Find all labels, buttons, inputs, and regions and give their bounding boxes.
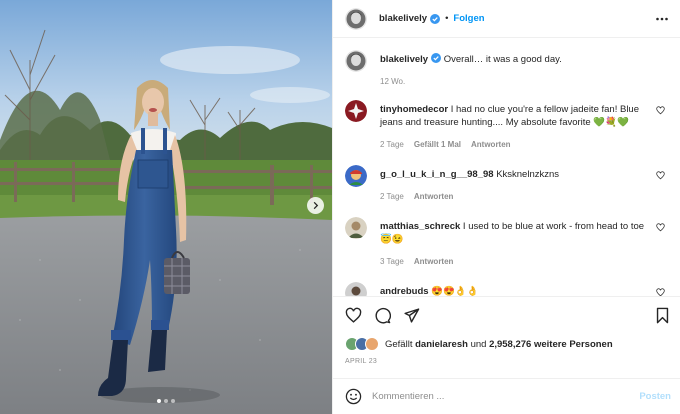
comment-age[interactable]: 2 Tage — [380, 190, 404, 203]
comment-username[interactable]: matthias_schreck — [380, 221, 460, 232]
reply-button[interactable]: Antworten — [471, 138, 511, 151]
caption-meta: 12 Wo. — [380, 75, 650, 88]
caption-age[interactable]: 12 Wo. — [380, 75, 405, 88]
caption-body: blakelively Overall… it was a good day. … — [380, 53, 650, 88]
avatar-image — [345, 217, 367, 239]
heart-icon[interactable] — [656, 223, 665, 232]
comment-body: g_o_l_u_k_i_n_g__98_98 Kksknelnzkzns 2 T… — [380, 168, 650, 203]
comment-text: 😍😍👌👌 — [431, 286, 479, 296]
caption-text: Overall… it was a good day. — [443, 54, 562, 65]
post-media[interactable] — [0, 0, 332, 414]
post-header: blakelively • Folgen — [333, 0, 680, 38]
header-separator: • — [445, 13, 449, 24]
comment-age[interactable]: 3 Tage — [380, 255, 404, 268]
bookmark-icon[interactable] — [654, 307, 671, 324]
share-icon[interactable] — [403, 307, 420, 324]
likes-summary[interactable]: Gefällt danielaresh und 2,958,276 weiter… — [345, 337, 613, 351]
comment-icon[interactable] — [374, 307, 391, 324]
comment-age[interactable]: 2 Tage — [380, 138, 404, 151]
avatar-image — [345, 50, 367, 72]
comment-meta: 2 Tage Gefällt 1 Mal Antworten — [380, 138, 650, 151]
likes-count[interactable]: 2,958,276 weitere Personen — [489, 339, 613, 350]
post-details-panel: blakelively • Folgen blakelively Overall… — [332, 0, 680, 414]
comment-form: Posten — [333, 378, 680, 414]
caption-username[interactable]: blakelively — [380, 54, 428, 65]
commenter-avatar[interactable] — [345, 217, 367, 239]
comments-list[interactable]: blakelively Overall… it was a good day. … — [333, 38, 680, 296]
comment-body: andrebuds 😍😍👌👌 — [380, 285, 650, 296]
commenter-avatar[interactable] — [345, 100, 367, 122]
carousel-dot — [164, 399, 168, 403]
comment-username[interactable]: tinyhomedecor — [380, 104, 448, 115]
comment-meta: 3 Tage Antworten — [380, 255, 650, 268]
more-options-icon[interactable] — [655, 12, 669, 26]
avatar-image — [345, 7, 367, 30]
comment-username[interactable]: andrebuds — [380, 286, 429, 296]
follow-button[interactable]: Folgen — [453, 13, 484, 24]
commenter-avatar[interactable] — [345, 165, 367, 187]
post-date[interactable]: APRIL 23 — [345, 358, 377, 365]
caption-avatar[interactable] — [345, 50, 367, 72]
heart-icon[interactable] — [656, 106, 665, 115]
verified-badge-icon — [430, 13, 441, 24]
post-photo — [0, 0, 332, 414]
avatar — [365, 337, 379, 351]
comment-input[interactable] — [372, 391, 622, 402]
author-username[interactable]: blakelively — [379, 13, 427, 24]
verified-badge-icon — [431, 53, 442, 63]
commenter-avatar[interactable] — [345, 282, 367, 296]
action-icons — [345, 307, 420, 324]
comment-meta: 2 Tage Antworten — [380, 190, 650, 203]
carousel-indicator — [0, 399, 332, 403]
heart-icon[interactable] — [345, 307, 362, 324]
heart-icon[interactable] — [656, 288, 665, 296]
carousel-dot — [171, 399, 175, 403]
likes-prefix: Gefällt — [385, 338, 413, 350]
avatar-image — [345, 165, 367, 187]
carousel-dot — [157, 399, 161, 403]
carousel-next-button[interactable] — [307, 197, 324, 214]
post-actions: Gefällt danielaresh und 2,958,276 weiter… — [333, 296, 680, 365]
likes-user[interactable]: danielaresh — [415, 339, 468, 350]
liker-avatars — [345, 337, 379, 351]
avatar-image — [345, 100, 367, 122]
author-avatar[interactable] — [345, 7, 367, 30]
post-comment-button[interactable]: Posten — [639, 391, 671, 402]
comment-body: tinyhomedecor I had no clue you're a fel… — [380, 103, 650, 151]
comment-body: matthias_schreck I used to be blue at wo… — [380, 220, 650, 268]
heart-icon[interactable] — [656, 171, 665, 180]
avatar-image — [345, 282, 367, 296]
emoji-icon[interactable] — [345, 388, 362, 405]
chevron-right-icon — [313, 201, 319, 210]
comment-text: Kksknelnzkzns — [496, 169, 560, 180]
comment-username[interactable]: g_o_l_u_k_i_n_g__98_98 — [380, 169, 494, 180]
reply-button[interactable]: Antworten — [414, 190, 454, 203]
likes-connector: und — [470, 338, 487, 350]
comment-likes[interactable]: Gefällt 1 Mal — [414, 138, 461, 151]
reply-button[interactable]: Antworten — [414, 255, 454, 268]
